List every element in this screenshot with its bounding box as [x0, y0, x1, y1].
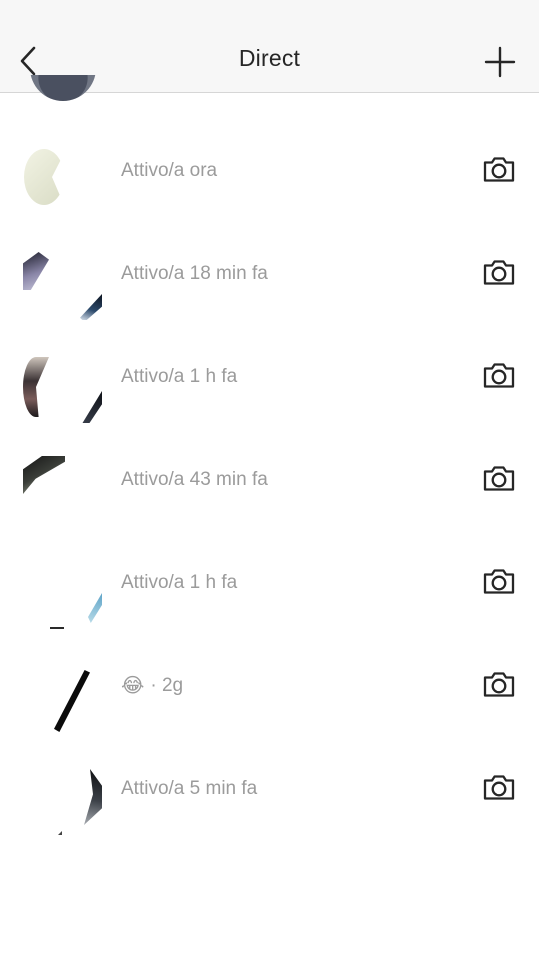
camera-icon	[483, 569, 515, 594]
conversation-row[interactable]: Attivo/a 18 min fa	[0, 222, 539, 325]
camera-icon	[483, 363, 515, 388]
bottom-fade	[0, 870, 539, 960]
camera-icon	[483, 775, 515, 800]
conversation-status: 😂 · 2g	[121, 634, 183, 737]
camera-button[interactable]	[481, 666, 517, 702]
avatar	[22, 137, 102, 217]
conversation-status: Attivo/a ora	[121, 159, 218, 181]
avatar	[22, 549, 102, 629]
conversation-row[interactable]: Attivo/a 5 min fa	[0, 737, 539, 840]
page-title: Direct	[238, 45, 301, 71]
camera-icon	[483, 260, 515, 285]
conversation-row[interactable]: 😂 · 2g	[0, 634, 539, 737]
conversation-status: Attivo/a 5 min fa	[121, 777, 258, 799]
conversation-status: Attivo/a 1 h fa	[121, 365, 238, 387]
plus-icon	[484, 46, 516, 78]
conversation-row[interactable]: Attivo/a 1 h fa	[0, 531, 539, 634]
conversation-row[interactable]: Attivo/a 43 min fa	[0, 428, 539, 531]
camera-icon	[483, 157, 515, 182]
camera-button[interactable]	[481, 357, 517, 393]
camera-button[interactable]	[481, 254, 517, 290]
avatar	[22, 755, 102, 835]
avatar	[22, 240, 102, 320]
new-message-button[interactable]	[483, 45, 517, 79]
conversation-row[interactable]: Attivo/a ora	[0, 119, 539, 222]
conversation-status: Attivo/a 1 h fa	[121, 571, 238, 593]
avatar	[22, 343, 102, 423]
laughing-emoji: 😂	[121, 674, 145, 697]
avatar	[22, 446, 102, 526]
camera-button[interactable]	[481, 151, 517, 187]
camera-button[interactable]	[481, 563, 517, 599]
conversation-time: · 2g	[150, 674, 184, 696]
camera-button[interactable]	[481, 460, 517, 496]
camera-icon	[483, 672, 515, 697]
conversation-row[interactable]: Attivo/a 1 h fa	[0, 325, 539, 428]
conversation-status: Attivo/a 43 min fa	[121, 468, 268, 490]
avatar	[30, 75, 96, 105]
camera-icon	[483, 466, 515, 491]
avatar	[22, 652, 102, 732]
camera-button[interactable]	[481, 769, 517, 805]
conversation-status: Attivo/a 18 min fa	[121, 262, 268, 284]
